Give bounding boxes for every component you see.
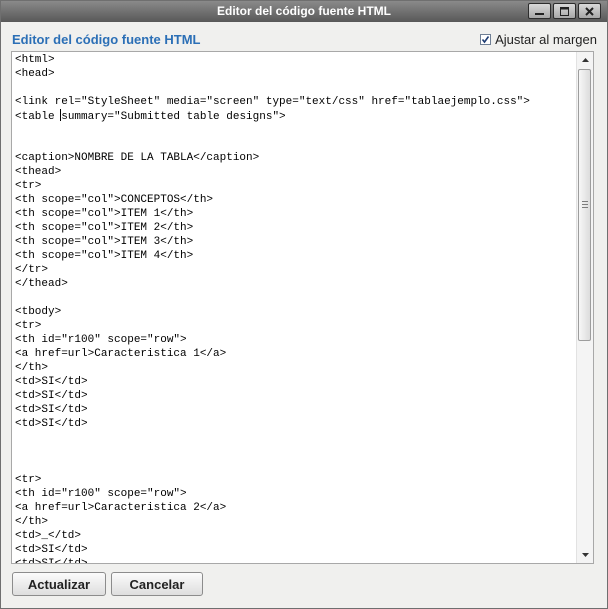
cancel-button[interactable]: Cancelar [111,572,203,596]
code-line: <th scope="col">ITEM 1</th> [15,208,194,220]
vertical-scrollbar[interactable] [576,52,593,563]
code-line: <link rel="StyleSheet" media="screen" ty… [15,96,530,108]
source-code-textarea[interactable]: <html> <head> <link rel="StyleSheet" media… [11,51,594,564]
code-line: <td>SI</td> [15,376,88,388]
update-button[interactable]: Actualizar [12,572,106,596]
maximize-icon [560,6,569,16]
title-bar[interactable]: Editor del código fuente HTML [1,1,607,22]
scroll-down-button[interactable] [577,547,593,563]
code-line: <table summary="Submitted table designs"… [15,109,286,123]
code-line: <td>SI</td> [15,558,88,564]
code-line: <td>SI</td> [15,544,88,556]
code-line: <tr> [15,320,42,332]
code-line: <td>_</td> [15,530,82,542]
checkmark-icon [481,36,490,44]
code-line: <td>SI</td> [15,390,88,402]
code-line: </th> [15,362,49,374]
text-caret [60,109,62,121]
code-line: <caption>NOMBRE DE LA TABLA</caption> [15,152,260,164]
minimize-button[interactable] [528,3,551,19]
grip-icon [582,201,588,210]
code-line: <thead> [15,166,62,178]
wrap-toggle[interactable]: Ajustar al margen [480,32,597,47]
minimize-icon [535,12,544,15]
code-line: <th scope="col">CONCEPTOS</th> [15,194,214,206]
wrap-label: Ajustar al margen [495,32,597,47]
code-line: <td>SI</td> [15,404,88,416]
maximize-button[interactable] [553,3,576,19]
arrow-up-icon [581,58,589,62]
code-lines: <html> <head> <link rel="StyleSheet" media… [15,53,575,564]
close-button[interactable] [578,3,601,19]
code-line: <html> [15,54,55,66]
code-line: <tr> [15,474,42,486]
wrap-checkbox[interactable] [480,34,492,45]
code-line: <head> [15,68,55,80]
code-line: <th scope="col">ITEM 2</th> [15,222,194,234]
code-line: <td>SI</td> [15,418,88,430]
code-line: </th> [15,516,49,528]
arrow-down-icon [581,553,589,557]
code-line: </tr> [15,264,49,276]
editor-heading: Editor del código fuente HTML [12,32,201,47]
source-editor-dialog: Editor del código fuente HTML Editor del… [0,0,608,609]
code-line: <th id="r100" scope="row"> [15,488,187,500]
scrollbar-thumb[interactable] [578,69,591,341]
window-title: Editor del código fuente HTML [217,4,391,18]
code-line: <tbody> [15,306,62,318]
code-line: <a href=url>Caracteristica 1</a> [15,348,227,360]
code-line: <th id="r100" scope="row"> [15,334,187,346]
code-line: <tr> [15,180,42,192]
code-line: <a href=url>Caracteristica 2</a> [15,502,227,514]
code-line: <th scope="col">ITEM 3</th> [15,236,194,248]
code-line: </thead> [15,278,68,290]
scroll-up-button[interactable] [577,52,593,68]
close-icon [585,6,594,16]
window-controls [528,3,601,19]
code-line: <th scope="col">ITEM 4</th> [15,250,194,262]
